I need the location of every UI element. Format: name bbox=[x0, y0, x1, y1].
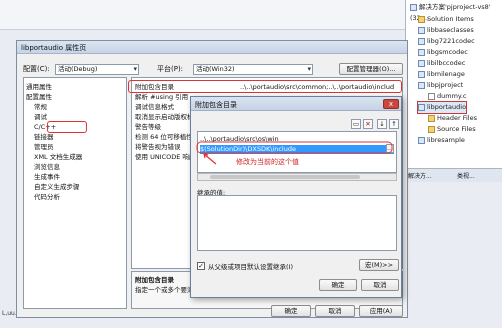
solution-item[interactable]: libbaseclasses bbox=[418, 25, 474, 36]
tree-item[interactable]: 浏览信息 bbox=[34, 162, 60, 172]
prop-ok-button[interactable]: 确定 bbox=[271, 305, 311, 317]
solution-item-label: libg7221codec bbox=[427, 37, 475, 45]
solution-item[interactable]: dummy.c bbox=[428, 91, 466, 102]
solution-item-label: libilbccodec bbox=[427, 59, 466, 67]
config-dropdown[interactable]: 活动(Debug) bbox=[55, 64, 139, 75]
property-key: 警告等级 bbox=[135, 123, 161, 131]
tree-item[interactable]: 管理员 bbox=[34, 142, 54, 152]
solution-item-label: Source Files bbox=[437, 125, 476, 133]
solution-item-label: Header Files bbox=[437, 114, 477, 122]
solution-item-label: dummy.c bbox=[437, 92, 467, 100]
description-title: 附加包含目录 bbox=[135, 276, 174, 284]
dialog-title: 附加包含目录 bbox=[195, 101, 237, 109]
solution-item[interactable]: libilbccodec bbox=[418, 58, 465, 69]
tree-item[interactable]: 链接器 bbox=[34, 132, 54, 142]
solution-item[interactable]: Header Files bbox=[428, 113, 477, 124]
solution-item-label: libresample bbox=[427, 136, 465, 144]
move-down-icon[interactable]: ↓ bbox=[377, 119, 387, 129]
tree-item[interactable]: 生成事件 bbox=[34, 172, 60, 182]
config-label: 配置(C): bbox=[23, 65, 50, 73]
property-tree: 通用属性 配置属性 常规 调试 C/C++ 链接器 管理员 XML 文档生成器 浏览信息 生成事件… bbox=[23, 77, 127, 309]
project-icon bbox=[418, 26, 425, 34]
solution-item[interactable]: libmilenage bbox=[418, 69, 465, 80]
inherit-checkbox[interactable]: ✓ bbox=[197, 262, 205, 270]
delete-icon[interactable]: ✕ bbox=[363, 119, 373, 129]
solution-tabs: 解决方... 类视... bbox=[405, 168, 502, 182]
tab-solution-explorer[interactable]: 解决方... bbox=[408, 171, 432, 180]
annotation-text: 修改为当前的这个值 bbox=[236, 158, 299, 166]
solution-item[interactable]: libresample bbox=[418, 135, 465, 146]
solution-item-label: libgsmcodec bbox=[427, 48, 468, 56]
project-icon bbox=[418, 136, 425, 144]
folder-icon bbox=[428, 125, 435, 133]
tree-item[interactable]: 调试 bbox=[34, 112, 47, 122]
tree-item[interactable]: 通用属性 bbox=[26, 82, 52, 92]
dialog-cancel-button[interactable]: 取消 bbox=[361, 279, 399, 291]
scrollbar-thumb[interactable] bbox=[210, 175, 360, 179]
tree-item[interactable]: 自定义生成步骤 bbox=[34, 182, 80, 192]
property-pages-titlebar: libportaudio 属性页 bbox=[17, 41, 407, 54]
folder-icon bbox=[418, 15, 425, 23]
property-key: 检测 64 位可移植性 bbox=[135, 133, 193, 141]
property-key: 使用 UNICODE 响应 bbox=[135, 153, 196, 161]
new-folder-icon[interactable]: ▭ bbox=[351, 119, 361, 129]
project-icon bbox=[418, 59, 425, 67]
tree-item[interactable]: 常规 bbox=[34, 102, 47, 112]
solution-item-label: libportaudio bbox=[427, 103, 467, 111]
solution-item-label: libmilenage bbox=[427, 70, 465, 78]
inherit-label: 从父级或项目默认设置继承(I) bbox=[208, 263, 293, 271]
close-icon[interactable]: x bbox=[383, 99, 399, 109]
horizontal-scrollbar[interactable] bbox=[197, 173, 397, 181]
project-icon bbox=[418, 103, 425, 111]
solution-item[interactable]: libgsmcodec bbox=[418, 47, 468, 58]
solution-root[interactable]: 解决方案'pjproject-vs8' (32 ... bbox=[410, 2, 502, 22]
macros-button[interactable]: 宏(M)>> bbox=[359, 259, 399, 271]
solution-item[interactable]: libpjproject bbox=[418, 80, 463, 91]
project-icon bbox=[418, 81, 425, 89]
tree-item[interactable]: XML 文档生成器 bbox=[34, 152, 82, 162]
project-icon bbox=[418, 70, 425, 78]
solution-item[interactable]: libportaudio bbox=[416, 101, 468, 114]
config-manager-button[interactable]: 配置管理器(O)... bbox=[339, 63, 403, 75]
platform-dropdown[interactable]: 活动(Win32) bbox=[193, 64, 313, 75]
solution-item-label: Solution Items bbox=[427, 15, 474, 23]
dialog-titlebar: 附加包含目录 x bbox=[191, 97, 401, 111]
include-dirs-dialog: 附加包含目录 x ▭ ✕ ↓ ↑ ..\..\portaudio\src\os\… bbox=[190, 96, 402, 298]
tab-class-view[interactable]: 类视... bbox=[457, 171, 475, 180]
solution-item-label: libbaseclasses bbox=[427, 26, 474, 34]
evaluated-value-box bbox=[197, 195, 397, 251]
property-pages-title: libportaudio 属性页 bbox=[21, 44, 87, 52]
project-icon bbox=[418, 37, 425, 45]
tree-item[interactable]: 代码分析 bbox=[34, 192, 60, 202]
dialog-ok-button[interactable]: 确定 bbox=[319, 279, 357, 291]
file-icon bbox=[428, 92, 435, 100]
prop-cancel-button[interactable]: 取消 bbox=[315, 305, 355, 317]
solution-item[interactable]: libg7221codec bbox=[418, 36, 475, 47]
solution-icon bbox=[410, 3, 417, 11]
property-key: 解析 #using 引用 bbox=[135, 93, 189, 101]
solution-explorer: 解决方案'pjproject-vs8' (32 ... Solution Ite… bbox=[405, 0, 502, 168]
platform-label: 平台(P): bbox=[157, 65, 184, 73]
tree-item[interactable]: 配置属性 bbox=[26, 92, 52, 102]
prop-apply-button[interactable]: 应用(A) bbox=[359, 305, 403, 317]
property-key: 将警告视为错误 bbox=[135, 143, 181, 151]
move-up-icon[interactable]: ↑ bbox=[389, 119, 399, 129]
property-key: 调试信息格式 bbox=[135, 103, 174, 111]
folder-icon bbox=[428, 114, 435, 122]
solution-item[interactable]: Source Files bbox=[428, 124, 476, 135]
solution-item[interactable]: Solution Items bbox=[418, 14, 474, 25]
project-icon bbox=[418, 48, 425, 56]
include-row-highlight bbox=[128, 80, 402, 93]
property-key: 取消显示启动版权标 bbox=[135, 113, 194, 121]
cpp-highlight bbox=[47, 121, 87, 133]
solution-item-label: libpjproject bbox=[427, 81, 464, 89]
